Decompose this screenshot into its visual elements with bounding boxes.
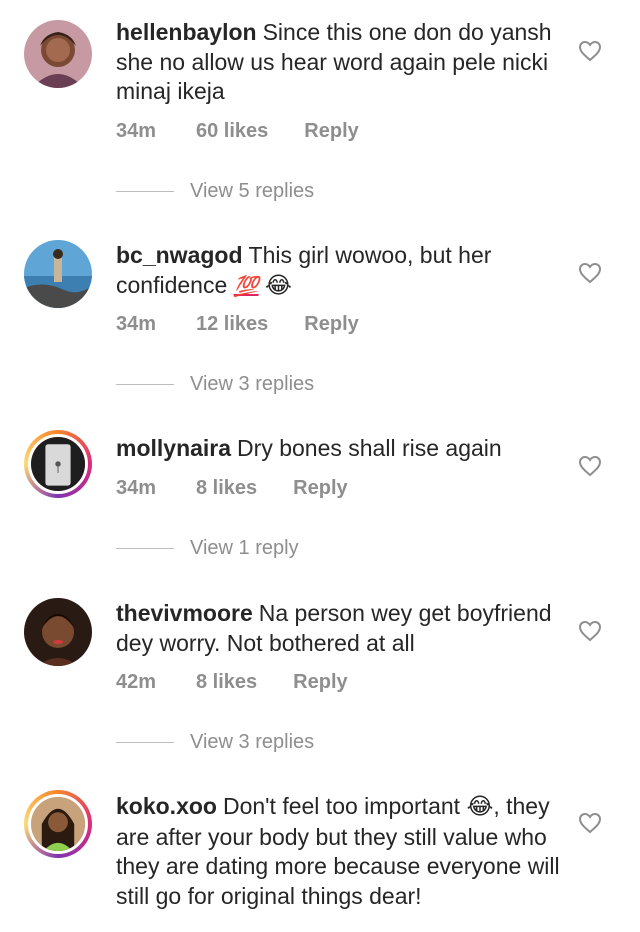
comment-time: 34m (116, 477, 157, 499)
avatar[interactable] (24, 20, 92, 88)
comment-meta: 42m 8 likes Reply (116, 671, 348, 694)
comment-meta: 34m 8 likes Reply (116, 477, 348, 500)
hundred-emoji: 💯 (233, 273, 259, 298)
view-replies-label: View 1 reply (190, 537, 299, 559)
heart-outline-icon[interactable] (578, 40, 602, 62)
comment-likes[interactable]: 12 likes (196, 313, 268, 336)
avatar[interactable] (24, 790, 92, 858)
comment-username[interactable]: hellenbaylon (116, 19, 257, 45)
view-replies-button[interactable]: View 1 reply (116, 537, 299, 560)
view-replies-button[interactable]: View 3 replies (116, 731, 314, 754)
avatar[interactable] (24, 430, 92, 498)
reply-button[interactable]: Reply (293, 671, 347, 694)
comment-likes[interactable]: 8 likes (196, 671, 257, 694)
comment-text: bc_nwagod This girl wowoo, but her confid… (116, 241, 561, 301)
comment-body: Don't feel too important (222, 793, 461, 819)
heart-outline-icon[interactable] (578, 455, 602, 477)
heart-outline-icon[interactable] (578, 812, 602, 834)
comment-username[interactable]: mollynaira (116, 435, 231, 461)
heart-outline-icon[interactable] (578, 620, 602, 642)
comment-likes[interactable]: 60 likes (196, 120, 268, 143)
replies-divider (116, 384, 174, 385)
avatar-image (24, 598, 92, 666)
reply-button[interactable]: Reply (304, 313, 358, 336)
avatar-image (24, 240, 92, 308)
avatar[interactable] (24, 598, 92, 666)
comment-time: 42m (116, 671, 157, 693)
comment-time: 34m (116, 120, 157, 142)
view-replies-button[interactable]: View 3 replies (116, 373, 314, 396)
comment-body: Dry bones shall rise again (237, 435, 502, 461)
comment-username[interactable]: bc_nwagod (116, 242, 243, 268)
heart-outline-icon[interactable] (578, 262, 602, 284)
view-replies-label: View 5 replies (190, 180, 315, 202)
reply-button[interactable]: Reply (304, 120, 358, 143)
view-replies-label: View 3 replies (190, 731, 315, 753)
comment-text: hellenbaylon Since this one don do yansh … (116, 18, 561, 107)
laughing-emoji: 😂 (466, 794, 494, 820)
comment-meta: 34m 12 likes Reply (116, 313, 359, 336)
comment-meta: 34m 60 likes Reply (116, 120, 359, 143)
avatar-story-ring (28, 794, 88, 854)
comment-username[interactable]: thevivmoore (116, 600, 253, 626)
laughing-emoji: 😂 (264, 272, 292, 299)
avatar[interactable] (24, 240, 92, 308)
comment-time: 34m (116, 313, 157, 335)
replies-divider (116, 742, 174, 743)
comment-text: koko.xoo Don't feel too important 😂, they… (116, 792, 561, 911)
comment-text: thevivmoore Na person wey get boyfriend d… (116, 599, 561, 658)
avatar-image (31, 437, 85, 491)
replies-divider (116, 191, 174, 192)
comment-username[interactable]: koko.xoo (116, 793, 217, 819)
comment-text: mollynaira Dry bones shall rise again (116, 434, 561, 464)
comment-likes[interactable]: 8 likes (196, 477, 257, 500)
reply-button[interactable]: Reply (293, 477, 347, 500)
view-replies-label: View 3 replies (190, 373, 315, 395)
avatar-image (24, 20, 92, 88)
view-replies-button[interactable]: View 5 replies (116, 180, 314, 203)
replies-divider (116, 548, 174, 549)
avatar-story-ring (28, 434, 88, 494)
avatar-image (31, 797, 85, 851)
